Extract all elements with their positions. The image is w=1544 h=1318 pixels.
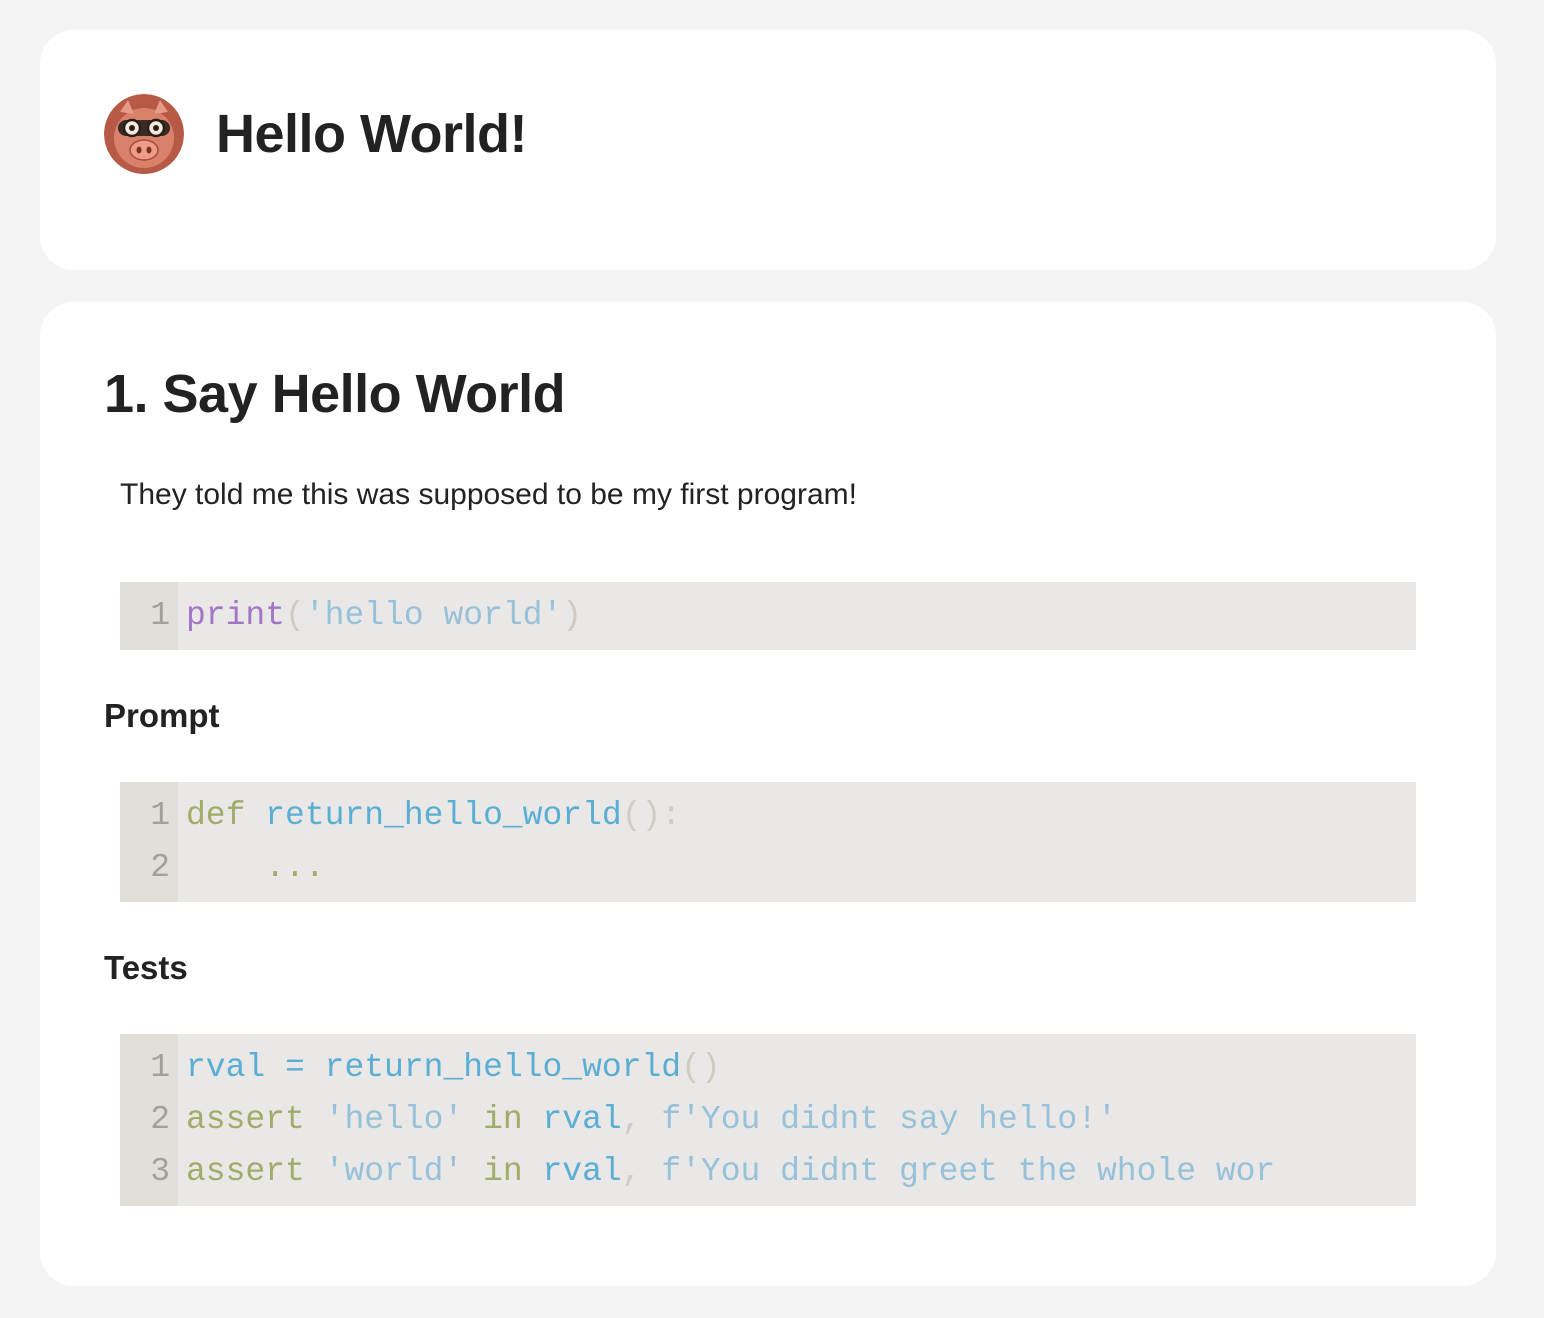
exercise-title: 1. Say Hello World xyxy=(104,364,566,424)
code-token: rval xyxy=(542,1153,622,1190)
code-token: assert xyxy=(186,1101,305,1138)
code-token: assert xyxy=(186,1153,305,1190)
code-text: ... xyxy=(186,842,325,894)
code-line: 1 print('hello world') xyxy=(120,590,1416,642)
prompt-heading: Prompt xyxy=(104,697,220,734)
code-token: 'hello' xyxy=(324,1101,464,1138)
code-token: ... xyxy=(265,849,325,886)
code-token: , xyxy=(621,1101,662,1138)
tests-heading: Tests xyxy=(104,949,188,986)
line-number: 1 xyxy=(150,597,170,634)
code-token: rval xyxy=(186,1049,266,1086)
code-text: def return_hello_world(): xyxy=(186,790,681,842)
code-token: print xyxy=(186,597,286,634)
code-token: return_hello_world xyxy=(324,1049,682,1086)
code-token: rval xyxy=(542,1101,622,1138)
code-line: 2 ... xyxy=(120,842,1416,894)
tests-code-block[interactable]: 1 rval = return_hello_world() 2 assert 'hel… xyxy=(120,1034,1416,1206)
code-token: ( xyxy=(285,597,305,634)
pig-avatar-icon xyxy=(104,94,184,174)
code-token: , xyxy=(621,1153,662,1190)
code-text: assert 'hello' in rval, f'You didnt say … xyxy=(186,1094,1117,1146)
exercise-card: 1. Say Hello World They told me this was… xyxy=(40,302,1496,1286)
prompt-code-block[interactable]: 1 def return_hello_world(): 2 ... xyxy=(120,782,1416,902)
code-token: () xyxy=(681,1049,721,1086)
exercise-description: They told me this was supposed to be my … xyxy=(120,478,857,511)
line-number: 2 xyxy=(150,1101,170,1138)
code-token: in xyxy=(483,1153,523,1190)
code-token: = xyxy=(265,1049,325,1086)
code-line: 1 rval = return_hello_world() xyxy=(120,1042,1416,1094)
pig-avatar-image xyxy=(104,94,184,174)
code-line: 3 assert 'world' in rval, f'You didnt gre… xyxy=(120,1146,1416,1198)
code-text: print('hello world') xyxy=(186,590,582,642)
code-token: f'You didnt say hello!' xyxy=(661,1101,1117,1138)
page-title: Hello World! xyxy=(216,104,528,164)
line-number: 2 xyxy=(150,849,170,886)
line-number: 1 xyxy=(150,1049,170,1086)
code-token: in xyxy=(483,1101,523,1138)
code-token: def xyxy=(186,797,246,834)
code-token: ) xyxy=(562,597,583,634)
code-token: 'hello world' xyxy=(304,597,563,634)
code-text: assert 'world' in rval, f'You didnt gree… xyxy=(186,1146,1275,1198)
example-code-block[interactable]: 1 print('hello world') xyxy=(120,582,1416,650)
code-token: f'You didnt greet the whole wor xyxy=(661,1153,1276,1190)
code-token: (): xyxy=(621,797,682,834)
line-number: 3 xyxy=(150,1153,170,1190)
code-token: 'world' xyxy=(324,1153,464,1190)
code-line: 2 assert 'hello' in rval, f'You didnt say… xyxy=(120,1094,1416,1146)
line-number: 1 xyxy=(150,797,170,834)
code-line: 1 def return_hello_world(): xyxy=(120,790,1416,842)
header-card: Hello World! xyxy=(40,30,1496,270)
code-token: return_hello_world xyxy=(265,797,622,834)
code-text: rval = return_hello_world() xyxy=(186,1042,721,1094)
